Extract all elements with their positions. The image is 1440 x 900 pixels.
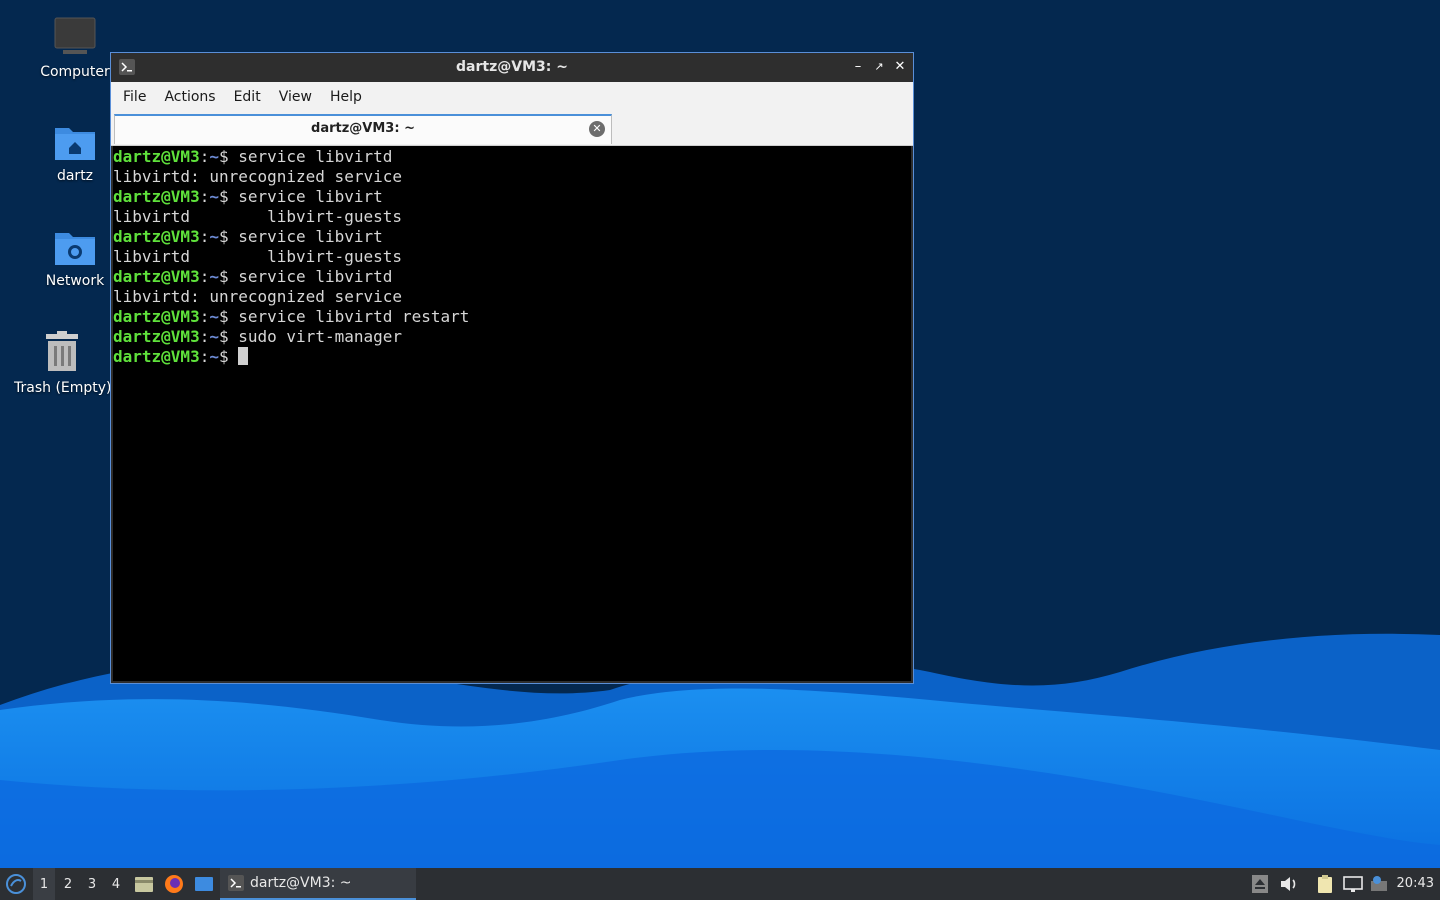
firefox-icon: [165, 875, 183, 893]
network-folder-icon: [55, 233, 95, 265]
prompt-symbol: $: [218, 347, 239, 366]
home-folder-icon: [55, 128, 95, 160]
terminal-command-line: dartz@VM3:~$ service libvirt: [113, 227, 911, 247]
terminal-command-line: dartz@VM3:~$ sudo virt-manager: [113, 327, 911, 347]
tab-close-icon[interactable]: ✕: [589, 121, 605, 137]
prompt-symbol: $: [218, 267, 239, 286]
taskbar-task-terminal[interactable]: dartz@VM3: ~: [220, 868, 416, 900]
terminal-window[interactable]: dartz@VM3: ~ – ↗ ✕ File Actions Edit Vie…: [110, 52, 914, 684]
clock[interactable]: 20:43: [1397, 868, 1434, 900]
prompt-user: dartz@VM3: [113, 327, 200, 346]
prompt-symbol: $: [218, 227, 239, 246]
terminal-output-line: libvirtd: unrecognized service: [113, 167, 402, 186]
tab-label: dartz@VM3: ~: [311, 121, 415, 136]
command-text: sudo virt-manager: [238, 327, 403, 346]
network-icon: [1343, 876, 1363, 892]
desktop-icon-label: Network: [45, 273, 105, 289]
prompt-user: dartz@VM3: [113, 347, 200, 366]
terminal-output-line: libvirtd libvirt-guests: [113, 247, 402, 266]
taskbar: 1 2 3 4 dartz@VM3: ~ 20:43: [0, 868, 1440, 900]
desktop-icon-label: Computer: [40, 64, 110, 80]
tray-notifications[interactable]: [1368, 868, 1390, 900]
close-button[interactable]: ✕: [891, 58, 909, 76]
terminal-command-line: dartz@VM3:~$ service libvirtd: [113, 147, 911, 167]
prompt-path: ~: [209, 347, 219, 366]
terminal-icon: [228, 875, 244, 891]
prompt-symbol: $: [218, 307, 239, 326]
command-text: service libvirtd: [238, 267, 393, 286]
trash-icon: [46, 331, 78, 371]
menu-file[interactable]: File: [117, 89, 158, 105]
prompt-user: dartz@VM3: [113, 227, 200, 246]
terminal-command-line: dartz@VM3:~$ service libvirt: [113, 187, 911, 207]
desktop-icon-label: dartz: [56, 168, 94, 184]
computer-icon: [54, 17, 96, 54]
terminal-output-line: libvirtd libvirt-guests: [113, 207, 402, 226]
prompt-path: ~: [209, 187, 219, 206]
prompt-separator: :: [199, 267, 210, 286]
file-manager-icon: [135, 877, 153, 892]
prompt-user: dartz@VM3: [113, 307, 200, 326]
tray-network[interactable]: [1342, 868, 1364, 900]
maximize-button[interactable]: ↗: [870, 58, 888, 76]
prompt-separator: :: [199, 227, 210, 246]
prompt-path: ~: [209, 267, 219, 286]
window-title: dartz@VM3: ~: [456, 59, 568, 75]
tab-bar: dartz@VM3: ~ ✕: [111, 112, 913, 146]
prompt-separator: :: [199, 347, 210, 366]
menu-actions[interactable]: Actions: [158, 89, 227, 105]
task-label: dartz@VM3: ~: [250, 875, 352, 891]
tray-volume[interactable]: [1278, 868, 1300, 900]
prompt-user: dartz@VM3: [113, 267, 200, 286]
menu-edit[interactable]: Edit: [228, 89, 273, 105]
notification-icon: [1371, 876, 1387, 891]
menu-bar: File Actions Edit View Help: [111, 82, 913, 112]
workspace-2[interactable]: 2: [57, 868, 79, 900]
clipboard-icon: [1318, 875, 1332, 893]
terminal-tab[interactable]: dartz@VM3: ~ ✕: [114, 114, 612, 144]
prompt-symbol: $: [218, 187, 239, 206]
tray-clipboard[interactable]: [1314, 868, 1336, 900]
eject-icon: [1252, 875, 1268, 893]
show-desktop-launcher[interactable]: [192, 868, 216, 900]
file-manager-launcher[interactable]: [132, 868, 156, 900]
prompt-path: ~: [209, 327, 219, 346]
workspace-1[interactable]: 1: [33, 868, 55, 900]
desktop-icon: [195, 877, 213, 891]
command-text: service libvirt: [238, 187, 383, 206]
terminal-output[interactable]: dartz@VM3:~$ service libvirtd libvirtd: u…: [113, 146, 911, 681]
workspace-3[interactable]: 3: [81, 868, 103, 900]
volume-icon: [1281, 877, 1296, 891]
prompt-separator: :: [199, 307, 210, 326]
menu-help[interactable]: Help: [324, 89, 374, 105]
minimize-button[interactable]: –: [849, 58, 867, 76]
firefox-launcher[interactable]: [162, 868, 186, 900]
prompt-path: ~: [209, 227, 219, 246]
window-titlebar[interactable]: dartz@VM3: ~ – ↗ ✕: [111, 53, 913, 82]
desktop-icon-label: Trash (Empty): [14, 380, 110, 396]
prompt-separator: :: [199, 147, 210, 166]
desktop-icon-trash[interactable]: Trash (Empty): [14, 330, 110, 396]
terminal-command-line: dartz@VM3:~$: [113, 347, 911, 367]
terminal-cursor: [238, 347, 249, 365]
prompt-symbol: $: [218, 147, 239, 166]
tray-eject[interactable]: [1250, 868, 1270, 900]
prompt-path: ~: [209, 307, 219, 326]
terminal-output-line: libvirtd: unrecognized service: [113, 287, 402, 306]
prompt-user: dartz@VM3: [113, 147, 200, 166]
command-text: service libvirtd restart: [238, 307, 470, 326]
prompt-symbol: $: [218, 327, 239, 346]
command-text: service libvirtd: [238, 147, 393, 166]
menu-view[interactable]: View: [273, 89, 324, 105]
prompt-separator: :: [199, 327, 210, 346]
terminal-command-line: dartz@VM3:~$ service libvirtd restart: [113, 307, 911, 327]
terminal-command-line: dartz@VM3:~$ service libvirtd: [113, 267, 911, 287]
prompt-user: dartz@VM3: [113, 187, 200, 206]
workspace-4[interactable]: 4: [105, 868, 127, 900]
prompt-path: ~: [209, 147, 219, 166]
lubuntu-logo-icon: [6, 874, 26, 894]
prompt-separator: :: [199, 187, 210, 206]
command-text: service libvirt: [238, 227, 383, 246]
start-menu-button[interactable]: [2, 868, 30, 900]
